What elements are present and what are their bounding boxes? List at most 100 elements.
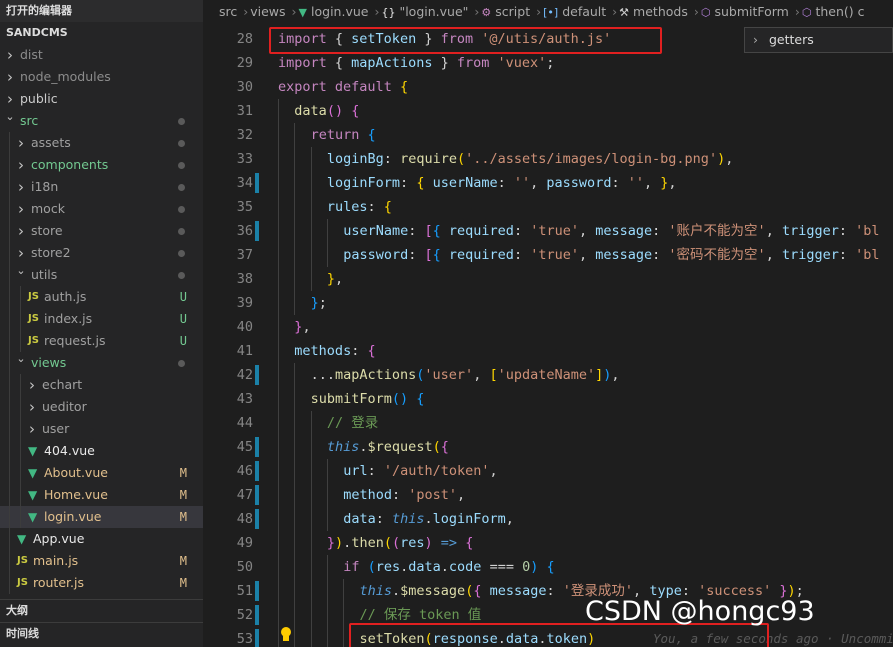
tree-item-user[interactable]: › user: [0, 418, 203, 440]
code-line[interactable]: 42 ...mapActions('user', ['updateName']),: [203, 363, 893, 387]
git-status-badge: M: [179, 488, 187, 502]
tree-item-utils[interactable]: ⌄ utils: [0, 264, 203, 286]
code-editor[interactable]: 28 import { setToken } from '@/utis/auth.…: [203, 27, 893, 647]
chevron-right-icon[interactable]: ›: [15, 176, 27, 198]
indent-guide: [326, 243, 328, 267]
tree-item-dist[interactable]: › dist: [0, 44, 203, 66]
breadcrumb-item[interactable]: default: [562, 4, 606, 19]
chevron-right-icon[interactable]: ›: [4, 66, 16, 88]
code-line[interactable]: 29 import { mapActions } from 'vuex';: [203, 51, 893, 75]
breadcrumb-separator-icon: ›: [474, 4, 480, 19]
code-line[interactable]: 48 data: this.loginForm,: [203, 507, 893, 531]
tree-item-router-js[interactable]: JS router.js M: [0, 572, 203, 594]
indent-guide: [326, 555, 328, 579]
tree-item-store[interactable]: › store: [0, 220, 203, 242]
tree-item-public[interactable]: › public: [0, 88, 203, 110]
code-token: userName: [432, 175, 498, 191]
indent-guide: [326, 579, 328, 603]
code-line[interactable]: 31 data() {: [203, 99, 893, 123]
breadcrumb-separator-icon: ›: [374, 4, 380, 19]
code-token: :: [611, 175, 628, 191]
code-line[interactable]: 32 return {: [203, 123, 893, 147]
tree-item-i18n[interactable]: › i18n: [0, 176, 203, 198]
js-file-icon: JS: [28, 313, 39, 324]
code-line[interactable]: 33 loginBg: require('../assets/images/log…: [203, 147, 893, 171]
breadcrumb-item[interactable]: submitForm: [714, 4, 788, 19]
chevron-down-icon[interactable]: ⌄: [15, 348, 27, 370]
chevron-down-icon[interactable]: ⌄: [4, 106, 16, 128]
tree-item-app-vue[interactable]: ▼ App.vue: [0, 528, 203, 550]
tree-item-components[interactable]: › components: [0, 154, 203, 176]
chevron-right-icon[interactable]: ›: [26, 374, 38, 396]
tree-item-node-modules[interactable]: › node_modules: [0, 66, 203, 88]
code-line[interactable]: 45 this.$request({: [203, 435, 893, 459]
chevron-down-icon[interactable]: ⌄: [15, 260, 27, 282]
tree-item-label: auth.js: [44, 289, 87, 304]
outline-header[interactable]: 大纲: [0, 599, 203, 621]
tree-item-auth-js[interactable]: JS auth.js U: [0, 286, 203, 308]
code-line[interactable]: 49}).then((res) => {: [203, 531, 893, 555]
code-text: methods: {: [294, 339, 375, 363]
chevron-right-icon[interactable]: ›: [15, 198, 27, 220]
tree-item-label: About.vue: [44, 465, 108, 480]
breadcrumb-item[interactable]: then() c: [815, 4, 864, 19]
indent-guide: [9, 220, 10, 242]
chevron-right-icon[interactable]: ›: [15, 154, 27, 176]
suggest-widget[interactable]: › getters: [744, 27, 893, 53]
code-token: then: [351, 535, 384, 551]
tree-item-label: main.js: [33, 553, 79, 568]
code-line[interactable]: 44 // 登录: [203, 411, 893, 435]
tree-item-ueditor[interactable]: › ueditor: [0, 396, 203, 418]
code-line[interactable]: 39};: [203, 291, 893, 315]
code-token: {: [351, 103, 360, 119]
code-token: :: [838, 247, 856, 263]
breadcrumb-item[interactable]: "login.vue": [399, 4, 468, 19]
tree-item-index-js[interactable]: JS index.js U: [0, 308, 203, 330]
tree-item-main-js[interactable]: JS main.js M: [0, 550, 203, 572]
tree-item-label: 404.vue: [44, 443, 95, 458]
open-editors-header[interactable]: 打开的编辑器: [0, 0, 203, 22]
chevron-right-icon[interactable]: ›: [4, 44, 16, 66]
tree-item-login-vue[interactable]: ▼ login.vue M: [0, 506, 203, 528]
code-line[interactable]: 36 userName: [{ required: 'true', message…: [203, 219, 893, 243]
code-line[interactable]: 37 password: [{ required: 'true', message…: [203, 243, 893, 267]
code-line[interactable]: 40},: [203, 315, 893, 339]
breadcrumb-item[interactable]: views: [250, 4, 285, 19]
tree-item-store2[interactable]: › store2: [0, 242, 203, 264]
code-line[interactable]: 46 url: '/auth/token',: [203, 459, 893, 483]
indent-guide: [294, 171, 296, 195]
code-line[interactable]: 38},: [203, 267, 893, 291]
tree-item-src[interactable]: ⌄ src: [0, 110, 203, 132]
chevron-right-icon[interactable]: ›: [26, 396, 38, 418]
indent-guide: [9, 484, 10, 506]
tree-item-assets[interactable]: › assets: [0, 132, 203, 154]
tree-item-echart[interactable]: › echart: [0, 374, 203, 396]
breadcrumb-item[interactable]: src: [219, 4, 237, 19]
code-line[interactable]: 41 methods: {: [203, 339, 893, 363]
chevron-right-icon[interactable]: ›: [15, 220, 27, 242]
lightbulb-icon[interactable]: [279, 627, 293, 643]
breadcrumb-item[interactable]: script: [495, 4, 530, 19]
timeline-header[interactable]: 时间线: [0, 622, 203, 644]
tree-item-request-js[interactable]: JS request.js U: [0, 330, 203, 352]
code-token: 'true': [530, 247, 579, 263]
chevron-right-icon[interactable]: ›: [15, 132, 27, 154]
code-line[interactable]: 34 loginForm: { userName: '', password: '…: [203, 171, 893, 195]
tree-item-home-vue[interactable]: ▼ Home.vue M: [0, 484, 203, 506]
tree-item-about-vue[interactable]: ▼ About.vue M: [0, 462, 203, 484]
tree-item-views[interactable]: ⌄ views: [0, 352, 203, 374]
tree-item-mock[interactable]: › mock: [0, 198, 203, 220]
tree-item-404-vue[interactable]: ▼ 404.vue: [0, 440, 203, 462]
code-line[interactable]: 35 rules: {: [203, 195, 893, 219]
breadcrumb-item[interactable]: methods: [633, 4, 688, 19]
indent-guide: [9, 286, 10, 308]
code-line[interactable]: 30 export default {: [203, 75, 893, 99]
project-header[interactable]: SANDCMS: [0, 22, 203, 44]
breadcrumb-item[interactable]: login.vue: [311, 4, 368, 19]
code-line[interactable]: 47 method: 'post',: [203, 483, 893, 507]
chevron-right-icon[interactable]: ›: [26, 418, 38, 440]
code-line[interactable]: 50 if (res.data.code === 0) {: [203, 555, 893, 579]
code-line[interactable]: 43 submitForm() {: [203, 387, 893, 411]
indent-guide: [294, 531, 296, 555]
